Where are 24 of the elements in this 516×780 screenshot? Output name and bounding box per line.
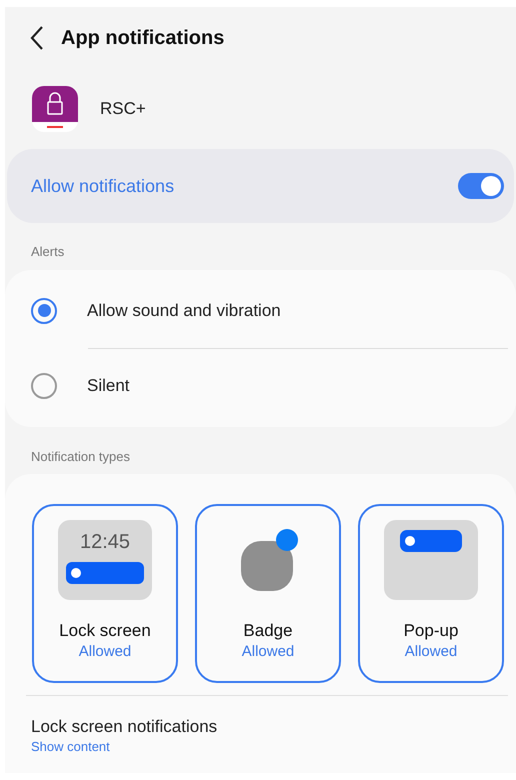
lock-screen-notifications-row[interactable]: Lock screen notifications Show content	[5, 696, 516, 756]
notification-bar-icon	[66, 562, 144, 584]
notification-bar-icon	[400, 530, 462, 552]
app-icon	[32, 86, 78, 132]
radio-button[interactable]	[31, 298, 57, 324]
notification-type-tile[interactable]: Pop-up Allowed	[358, 504, 504, 683]
tile-label: Lock screen	[59, 620, 151, 642]
tile-status: Allowed	[242, 642, 294, 662]
tile-status: Allowed	[78, 642, 132, 662]
app-name: RSC+	[100, 98, 146, 120]
section-heading: Alerts	[30, 243, 66, 261]
radio-button[interactable]	[31, 372, 57, 398]
tile-status: Allowed	[404, 642, 458, 662]
back-icon[interactable]	[29, 25, 45, 51]
section-heading: Notification types	[30, 448, 131, 466]
notification-type-tile[interactable]: 12:45 Lock screen Allowed	[32, 504, 178, 683]
tile-label: Pop-up	[404, 620, 458, 642]
page-title: App notifications	[61, 26, 224, 51]
notification-type-tile[interactable]: Badge Allowed	[195, 504, 341, 683]
tile-label: Badge	[243, 620, 293, 642]
alert-option[interactable]: Silent	[5, 348, 516, 422]
toggle-switch[interactable]	[458, 173, 504, 199]
preview-time: 12:45	[80, 530, 130, 554]
alert-option[interactable]: Allow sound and vibration	[5, 274, 516, 348]
